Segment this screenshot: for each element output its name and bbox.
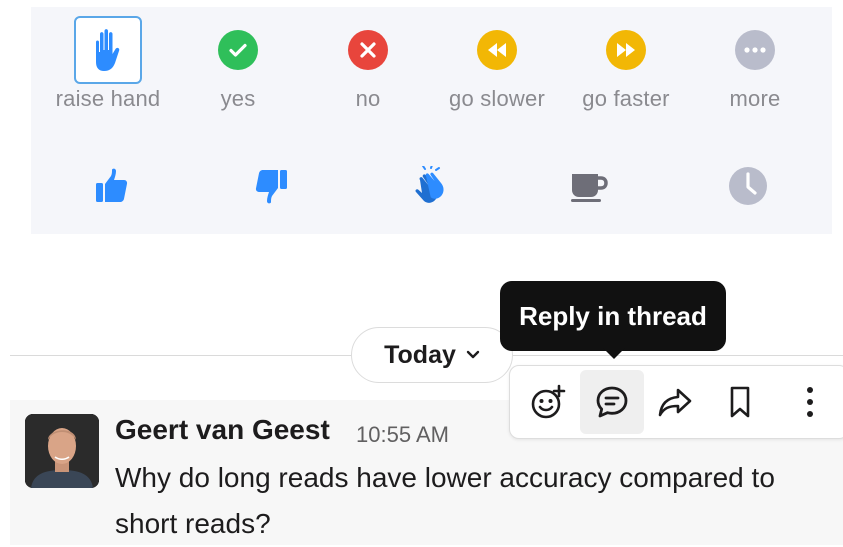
message-actions-bar (509, 365, 843, 439)
more-actions-icon (807, 387, 813, 417)
clock-icon (729, 167, 767, 205)
share-message-button[interactable] (644, 370, 708, 434)
add-reaction-button[interactable] (516, 370, 580, 434)
rewind-circle-icon (477, 30, 517, 70)
reaction-yes[interactable]: yes (173, 16, 303, 112)
reaction-no[interactable]: no (303, 16, 433, 112)
add-reaction-icon (531, 384, 566, 419)
bookmark-icon (730, 386, 750, 418)
coffee-cup-icon (571, 174, 608, 202)
day-divider-label: Today (384, 340, 456, 369)
check-circle-icon (218, 30, 258, 70)
reaction-label: more (729, 86, 781, 111)
clapping-hands-button[interactable] (400, 156, 460, 216)
thumbs-down-icon (255, 170, 287, 204)
thumbs-up-button[interactable] (82, 156, 142, 216)
clock-button[interactable] (718, 156, 778, 216)
reply-in-thread-icon (596, 386, 628, 418)
thumbs-down-button[interactable] (241, 156, 301, 216)
reaction-go-faster[interactable]: go faster (561, 16, 691, 112)
fast-forward-circle-icon (606, 30, 646, 70)
share-icon (658, 388, 692, 417)
reactions-panel: raise hand yes no go slower go faster mo… (31, 7, 832, 234)
reaction-go-slower[interactable]: go slower (432, 16, 562, 112)
tooltip-arrow (603, 348, 625, 359)
reaction-label: go slower (449, 86, 545, 111)
x-circle-icon (348, 30, 388, 70)
more-actions-button[interactable] (778, 370, 842, 434)
tooltip: Reply in thread (500, 281, 726, 351)
raise-hand-icon (96, 29, 120, 71)
reaction-label: go faster (582, 86, 670, 111)
reaction-raise-hand[interactable]: raise hand (43, 16, 173, 112)
message-timestamp[interactable]: 10:55 AM (356, 422, 449, 448)
reaction-more[interactable]: more (690, 16, 820, 112)
thumbs-up-icon (96, 168, 128, 202)
chevron-down-icon (466, 350, 480, 359)
message-text: Why do long reads have lower accuracy co… (115, 462, 775, 539)
reaction-label: raise hand (55, 86, 161, 111)
reaction-label: no (355, 86, 381, 111)
avatar[interactable] (25, 414, 99, 488)
more-circle-icon (735, 30, 775, 70)
clapping-hands-icon (415, 166, 444, 203)
reaction-label: yes (220, 86, 256, 111)
save-for-later-button[interactable] (708, 370, 772, 434)
raise-hand-button[interactable] (74, 16, 142, 84)
reply-in-thread-button[interactable] (580, 370, 644, 434)
message-author[interactable]: Geert van Geest (115, 414, 330, 446)
coffee-button[interactable] (559, 156, 619, 216)
day-divider-button[interactable]: Today (351, 327, 513, 383)
